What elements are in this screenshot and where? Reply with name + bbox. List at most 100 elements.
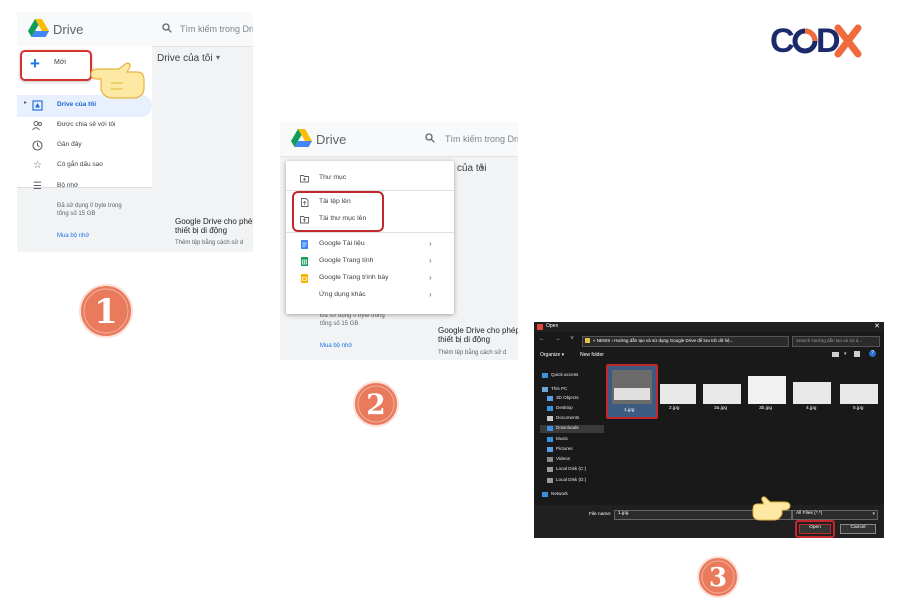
menu-item-google-sheets[interactable]: Google Trang tính › <box>286 255 454 269</box>
browser-app-icon <box>537 324 543 330</box>
videos-icon <box>547 457 553 462</box>
nav-item-label: Network <box>551 491 568 496</box>
promo-subtext: Thêm tệp bằng cách sử d <box>438 350 507 356</box>
star-icon <box>542 373 548 378</box>
navigation-pane: Quick access This PC 3D Objects Desktop … <box>540 362 604 502</box>
storage-usage-text: Đã sử dụng 0 byte trong <box>57 203 122 209</box>
cube-icon <box>547 396 553 401</box>
nav-item-quick-access[interactable]: Quick access <box>540 372 604 380</box>
file-name-value: 1.jpg <box>618 511 629 516</box>
sidebar-item-label: Gần đây <box>57 141 82 148</box>
file-item-1[interactable]: 1.jpg <box>606 364 658 419</box>
cancel-button[interactable]: Cancel <box>840 524 876 534</box>
menu-item-label: Google Trang trình bày <box>319 274 389 281</box>
step-number-2: 2 <box>353 381 399 427</box>
view-options-icon[interactable] <box>832 352 839 357</box>
menu-item-more-apps[interactable]: Ứng dụng khác › <box>286 289 454 303</box>
chevron-right-icon: › <box>429 256 432 265</box>
thumbnail-image <box>703 384 741 404</box>
google-drive-logo-icon <box>28 19 49 37</box>
pointing-hand-icon <box>90 62 145 99</box>
menu-item-label: Ứng dụng khác <box>319 291 366 298</box>
chevron-right-icon: › <box>429 290 432 299</box>
nav-item-downloads[interactable]: Downloads <box>540 425 604 433</box>
nav-item-this-pc[interactable]: This PC <box>540 386 604 394</box>
nav-item-documents[interactable]: Documents <box>540 415 604 423</box>
organize-button[interactable]: Organize ▾ <box>540 352 564 358</box>
nav-item-desktop[interactable]: Desktop <box>540 405 604 413</box>
preview-pane-icon[interactable] <box>854 351 860 357</box>
sidebar-item-shared[interactable]: Được chia sẻ với tôi <box>27 119 147 133</box>
sidebar-item-label: Drive của tôi <box>57 101 97 108</box>
file-item-2[interactable]: 2.jpg <box>660 384 696 412</box>
nav-item-videos[interactable]: Videos <box>540 456 604 464</box>
nav-item-music[interactable]: Music <box>540 436 604 444</box>
file-name: 5.jpg <box>853 406 864 411</box>
docs-icon <box>301 240 308 249</box>
app-name: Drive <box>316 132 347 147</box>
search-input[interactable]: Tìm kiếm trong Drive <box>180 24 253 34</box>
step-number-1: 1 <box>79 284 133 338</box>
nav-item-network[interactable]: Network <box>540 491 604 499</box>
step-label: 1 <box>94 292 118 332</box>
search-input[interactable]: Tìm kiếm trong Drive <box>445 134 518 144</box>
nav-item-label: 3D Objects <box>556 395 579 400</box>
new-menu: Thư mục Tải tệp lên Tải thư mục lên Goog… <box>286 161 454 314</box>
file-item-5[interactable]: 5.jpg <box>840 384 878 412</box>
shared-icon <box>32 121 42 131</box>
help-icon[interactable]: ? <box>869 350 876 357</box>
cancel-button-label: Cancel <box>850 525 866 530</box>
nav-item-local-disk-c[interactable]: Local Disk (C:) <box>540 466 604 474</box>
sidebar-item-starred[interactable]: ☆ Có gắn dấu sao <box>27 159 147 173</box>
address-bar[interactable]: « NEWS › Hướng dẫn tạo và sử dụng Google… <box>582 336 789 347</box>
thumbnail-image <box>612 370 652 404</box>
search-icon[interactable] <box>162 23 172 33</box>
step-number-3: 3 <box>697 556 739 598</box>
menu-item-google-docs[interactable]: Google Tài liệu › <box>286 238 454 252</box>
file-item-4[interactable]: 4.jpg <box>793 382 831 412</box>
recent-icon <box>32 140 43 151</box>
sidebar-item-label: Có gắn dấu sao <box>57 161 103 168</box>
file-type-select[interactable]: All Files (*.*) ▾ <box>792 510 878 520</box>
sheets-icon <box>301 257 308 266</box>
sidebar-item-label: Bộ nhớ <box>57 182 79 189</box>
menu-item-google-slides[interactable]: Google Trang trình bày › <box>286 272 454 286</box>
new-folder-button[interactable]: New folder <box>580 352 604 358</box>
file-item-3a[interactable]: 3a.jpg <box>703 384 741 412</box>
file-name: 3b.jpg <box>759 406 773 411</box>
nav-item-label: Documents <box>556 415 580 420</box>
chevron-down-icon[interactable]: ▾ <box>216 53 220 62</box>
chevron-down-icon[interactable]: ▾ <box>480 163 484 172</box>
sidebar-item-recent[interactable]: Gần đây <box>27 139 147 153</box>
promo-subtext: Thêm tệp bằng cách sử d <box>175 240 244 246</box>
svg-text:C: C <box>770 22 795 58</box>
search-placeholder: Search Hướng dẫn tạo và sử d... <box>796 338 863 343</box>
file-name: 2.jpg <box>669 406 680 411</box>
page-title: Drive của tôi <box>157 53 213 64</box>
nav-item-pictures[interactable]: Pictures <box>540 446 604 454</box>
buy-storage-link[interactable]: Mua bộ nhớ <box>57 233 89 239</box>
nav-item-local-disk-d[interactable]: Local Disk (D:) <box>540 477 604 485</box>
new-button[interactable]: + Mới <box>20 50 92 81</box>
drive-icon <box>547 467 553 472</box>
promo-text: Google Drive cho phép <box>438 326 518 335</box>
file-name-label: File name: <box>589 512 612 517</box>
dialog-titlebar <box>534 322 884 332</box>
nav-item-3d-objects[interactable]: 3D Objects <box>540 395 604 403</box>
menu-item-label: Google Trang tính <box>319 257 374 264</box>
dialog-title: Open <box>546 323 559 329</box>
file-item-3b[interactable]: 3b.jpg <box>748 376 786 412</box>
search-icon[interactable] <box>425 133 435 143</box>
buy-storage-link[interactable]: Mua bộ nhớ <box>320 343 352 349</box>
pointing-hand-icon <box>752 496 791 521</box>
folder-icon <box>585 338 590 343</box>
app-name: Drive <box>53 22 84 37</box>
search-input[interactable]: Search Hướng dẫn tạo và sử d... <box>792 336 880 347</box>
promo-text: thiết bị di động <box>438 335 491 344</box>
menu-item-folder[interactable]: Thư mục <box>286 172 454 186</box>
close-icon[interactable]: ✕ <box>874 322 880 331</box>
nav-item-label: Videos <box>556 456 570 461</box>
file-list: 1.jpg 2.jpg 3a.jpg 3b.jpg 4.jpg 5.jpg <box>604 360 880 505</box>
sidebar-item-storage[interactable]: ☰ Bộ nhớ <box>27 180 147 194</box>
chevron-down-icon[interactable]: ▾ <box>844 351 847 357</box>
